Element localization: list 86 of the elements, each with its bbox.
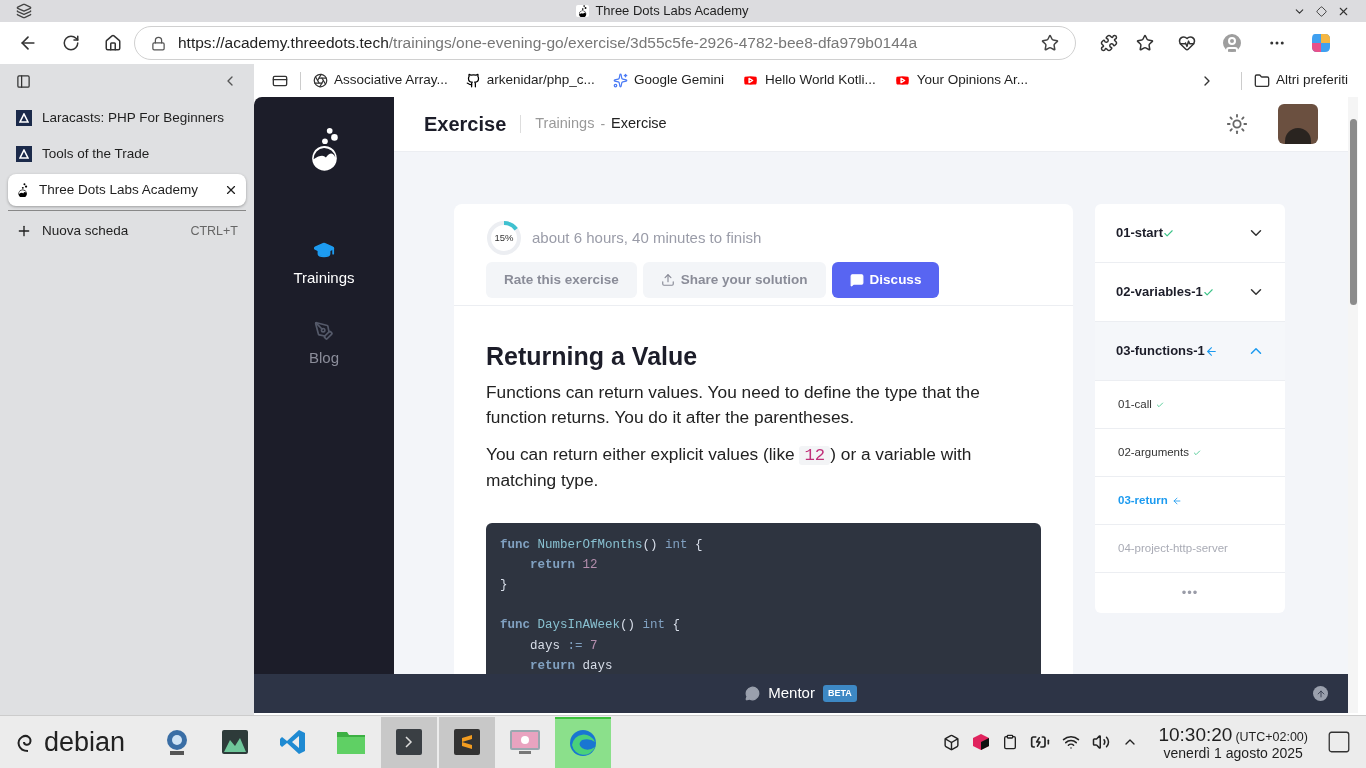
paragraph: Functions can return values. You need to define the type that the function returns. You do it after the parentheses. xyxy=(486,380,981,429)
window-title: Three Dots Labs Academy xyxy=(595,2,749,21)
outline-lesson[interactable]: 02-arguments xyxy=(1095,429,1285,477)
clipboard-icon[interactable] xyxy=(1002,734,1019,750)
bookmark-item[interactable]: Google Gemini xyxy=(612,70,724,91)
show-desktop-icon[interactable] xyxy=(1326,729,1352,755)
bookmark-favicon-icon xyxy=(465,73,481,88)
new-tab-button[interactable]: Nuova scheda CTRL+T xyxy=(8,215,246,247)
cube-icon[interactable] xyxy=(972,733,991,751)
tab-favicon-icon xyxy=(16,110,32,126)
code-line: return 12 xyxy=(529,556,598,574)
other-favorites-folder[interactable]: Altri preferiti xyxy=(1254,70,1348,91)
terminal-icon xyxy=(395,728,424,756)
home-icon[interactable] xyxy=(104,34,122,52)
paragraph: You can return either explicit values (like 12 ) or a variable with matching type. xyxy=(486,442,973,492)
beta-badge: BETA xyxy=(822,684,857,703)
bookmark-item[interactable]: arkenidar/php_c... xyxy=(465,70,595,91)
system-monitor-icon xyxy=(221,728,250,756)
outline-section[interactable]: 03-functions-1 xyxy=(1095,322,1285,381)
wifi-icon[interactable] xyxy=(1062,733,1081,751)
progress-ring: 15% xyxy=(486,220,522,256)
taskbar-app-button[interactable] xyxy=(381,716,438,768)
folder-icon xyxy=(1254,72,1270,89)
sidebar-toggle-icon[interactable] xyxy=(16,73,31,89)
mentor-bar[interactable]: Mentor BETA xyxy=(254,674,1348,713)
screenshot-icon xyxy=(509,728,542,756)
bookmark-item[interactable]: Associative Array... xyxy=(313,70,448,91)
site-nav-item[interactable]: Blog xyxy=(308,321,339,370)
text-editor-icon xyxy=(453,728,482,756)
code-line: return days xyxy=(529,658,613,675)
section-title: 03-functions-1 xyxy=(1116,342,1205,361)
taskbar-app-button[interactable] xyxy=(439,716,496,768)
time-estimate: about 6 hours, 40 minutes to finish xyxy=(532,227,762,248)
exercise-heading: Returning a Value xyxy=(486,341,699,372)
page-title: Exercise xyxy=(424,112,507,137)
breadcrumb-separator: - xyxy=(600,114,606,134)
code-line: func NumberOfMonths() int { xyxy=(500,536,703,554)
scroll-top-icon[interactable] xyxy=(1313,686,1328,701)
clock[interactable]: 10:30:20(UTC+02:00) venerdì 1 agosto 2025 xyxy=(1158,724,1308,760)
reload-icon[interactable] xyxy=(62,34,80,52)
volume-icon[interactable] xyxy=(1092,733,1111,751)
code-line: days := 7 xyxy=(529,637,598,655)
code-line: func DaysInAWeek() int { xyxy=(500,617,681,635)
window-favicon-icon xyxy=(577,4,589,18)
start-menu-button[interactable]: debian xyxy=(0,716,140,768)
plus-icon xyxy=(16,223,32,239)
share-icon xyxy=(660,273,675,287)
section-title: 01-start xyxy=(1116,224,1163,243)
theme-toggle-icon[interactable] xyxy=(1226,113,1248,135)
code-line: } xyxy=(500,577,508,595)
mentor-label: Mentor xyxy=(768,683,815,704)
browser-tab[interactable]: Laracasts: PHP For Beginners xyxy=(8,102,246,134)
favorite-star-icon[interactable] xyxy=(1041,34,1059,52)
outline-section[interactable]: 01-start xyxy=(1095,204,1285,263)
lock-icon xyxy=(151,35,166,51)
lesson-title: 03-return xyxy=(1118,492,1168,508)
site-nav-item[interactable]: Trainings xyxy=(293,238,355,290)
chat-bubble-icon xyxy=(745,686,761,701)
browser-tab[interactable]: Three Dots Labs Academy xyxy=(8,174,246,206)
tab-favicon-icon xyxy=(16,182,29,198)
bookmark-favicon-icon xyxy=(612,73,628,88)
maximize-icon[interactable] xyxy=(1316,5,1327,17)
browser-icon xyxy=(568,728,599,758)
close-tab-icon[interactable] xyxy=(224,183,238,197)
bookmark-item[interactable]: Hello World Kotli... xyxy=(741,70,876,91)
outline-lesson[interactable]: 01-call xyxy=(1095,381,1285,429)
avatar[interactable] xyxy=(1278,104,1318,144)
lesson-title: 02-arguments xyxy=(1118,444,1189,460)
code-editor-icon xyxy=(279,728,308,756)
scrollbar-thumb[interactable] xyxy=(1349,119,1357,305)
chat-icon xyxy=(849,273,864,287)
bookmark-favicon-icon xyxy=(313,73,328,88)
tab-favicon-icon xyxy=(16,146,32,162)
favorites-list-icon[interactable] xyxy=(1136,34,1154,52)
extensions-icon[interactable] xyxy=(1100,34,1118,52)
browser-tab[interactable]: Tools of the Trade xyxy=(8,138,246,170)
pen-icon xyxy=(314,321,334,342)
lesson-title: 01-call xyxy=(1118,396,1152,412)
url-text: https://academy.threedots.tech/trainings/one-evening-go/exercise/3d55c5fe-2926-4782-bee8-dfa979b0144a xyxy=(178,33,919,54)
section-title: 02-variables-1 xyxy=(1116,283,1203,302)
browser-essentials-icon[interactable] xyxy=(1178,34,1196,52)
bookmark-item[interactable]: Your Opinions Ar... xyxy=(893,70,1029,91)
breadcrumb: Exercise xyxy=(611,114,667,134)
discuss-button[interactable]: Discuss xyxy=(831,262,940,298)
lesson-title: 04-project-http-server xyxy=(1118,540,1228,556)
profile-avatar-icon[interactable] xyxy=(1220,31,1244,55)
